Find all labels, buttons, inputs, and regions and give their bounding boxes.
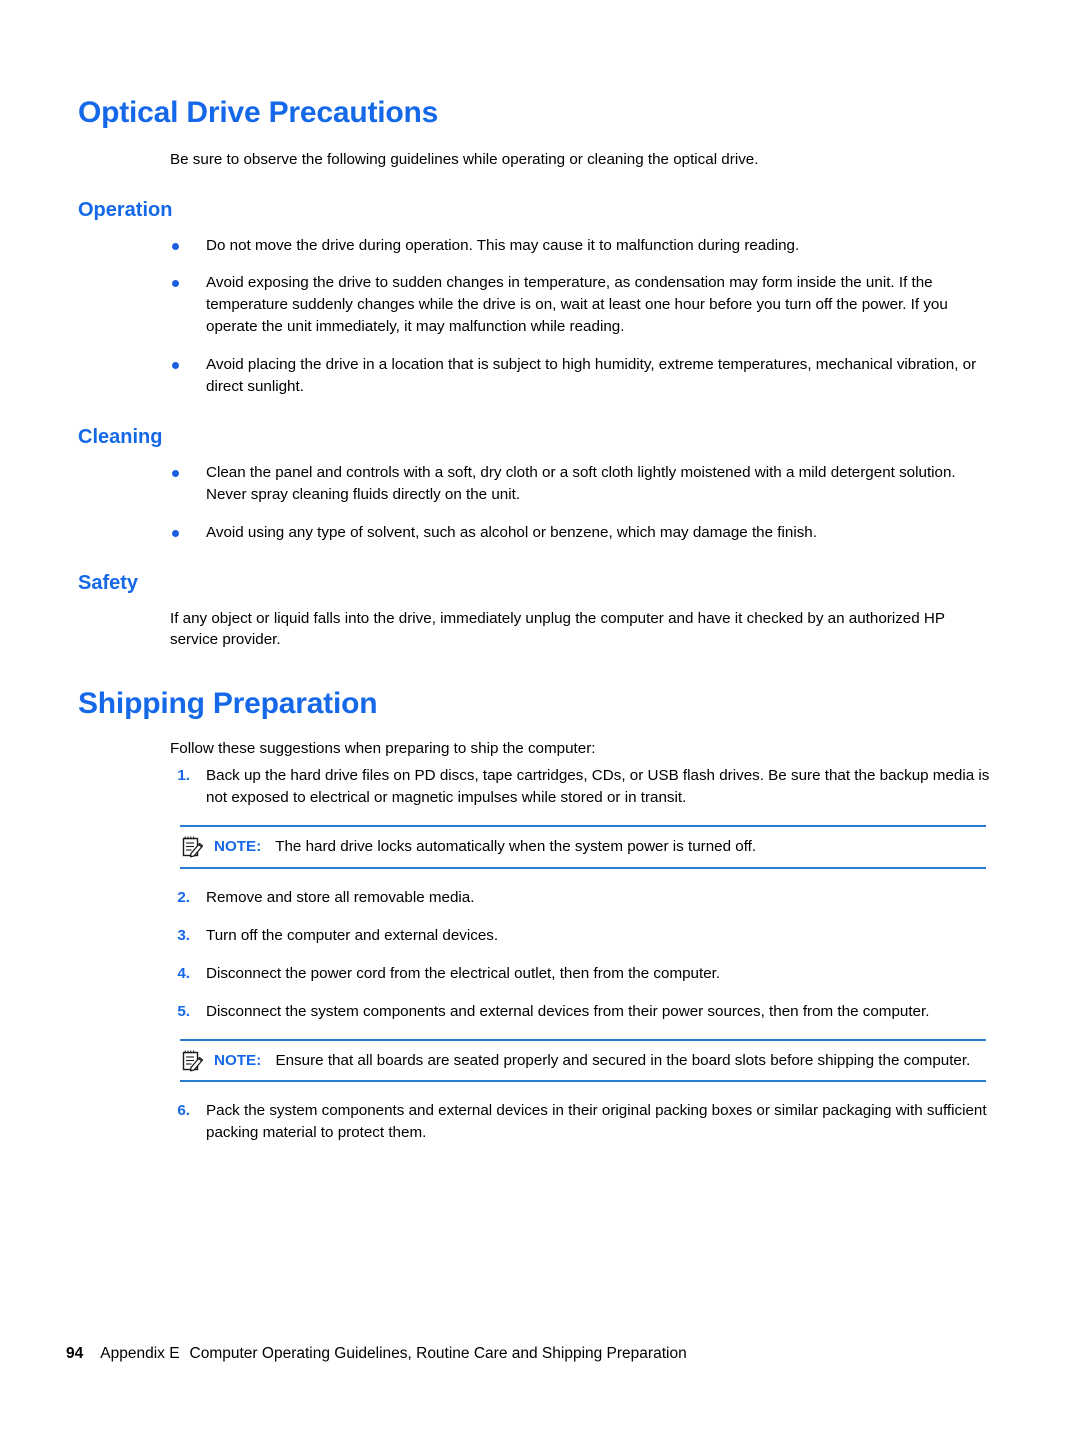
list-item-text: Do not move the drive during operation. … xyxy=(206,236,800,254)
note-pad-pencil-icon xyxy=(180,1048,206,1074)
cleaning-bullet-list: Clean the panel and controls with a soft… xyxy=(78,462,990,544)
list-item: Do not move the drive during operation. … xyxy=(78,235,990,257)
bullet-dot-icon xyxy=(172,469,179,477)
list-item-text: Clean the panel and controls with a soft… xyxy=(206,463,956,503)
step-text: Pack the system components and external … xyxy=(206,1102,987,1142)
list-item-text: Avoid placing the drive in a location th… xyxy=(206,356,977,396)
note-block-two: NOTE: Ensure that all boards are seated … xyxy=(78,1038,990,1083)
note-box: NOTE: The hard drive locks automatically… xyxy=(180,825,986,869)
document-page: Optical Drive Precautions Be sure to obs… xyxy=(0,0,1080,1437)
footer-appendix-label: Appendix E xyxy=(100,1345,180,1362)
heading-safety: Safety xyxy=(78,571,139,594)
note-block-one: NOTE: The hard drive locks automatically… xyxy=(78,825,990,869)
step-item: 4. Disconnect the power cord from the el… xyxy=(78,963,990,985)
step-item: 2. Remove and store all removable media. xyxy=(78,887,990,909)
note-pad-pencil-icon xyxy=(180,834,206,860)
operation-bullet-list: Do not move the drive during operation. … xyxy=(78,235,990,398)
step-number: 2. xyxy=(177,889,190,906)
step-number: 1. xyxy=(177,767,190,785)
shipping-intro-paragraph: Follow these suggestions when preparing … xyxy=(170,739,596,757)
bullet-dot-icon xyxy=(172,242,179,250)
note-text: The hard drive locks automatically when … xyxy=(275,838,757,856)
heading-optical-drive-precautions: Optical Drive Precautions xyxy=(78,96,439,129)
step-number: 4. xyxy=(177,964,190,982)
heading-cleaning: Cleaning xyxy=(78,425,163,448)
step-text: Remove and store all removable media. xyxy=(206,889,475,906)
step-item: 5. Disconnect the system components and … xyxy=(78,1001,990,1023)
step-text: Disconnect the system components and ext… xyxy=(206,1002,930,1020)
bullet-dot-icon xyxy=(172,280,179,288)
note-text: Ensure that all boards are seated proper… xyxy=(275,1051,971,1069)
list-item: Avoid using any type of solvent, such as… xyxy=(78,522,990,544)
step-text: Turn off the computer and external devic… xyxy=(206,926,499,944)
step-item: 1. Back up the hard drive files on PD di… xyxy=(78,765,990,809)
bullet-dot-icon xyxy=(172,362,179,370)
page-footer: 94 Appendix E Computer Operating Guideline… xyxy=(66,1345,687,1363)
note-label: NOTE: xyxy=(214,838,262,856)
footer-title: Computer Operating Guidelines, Routine C… xyxy=(189,1345,687,1362)
list-item: Clean the panel and controls with a soft… xyxy=(78,462,990,506)
page-content: Optical Drive Precautions Be sure to obs… xyxy=(78,96,990,1160)
list-item-text: Avoid using any type of solvent, such as… xyxy=(206,523,817,541)
bullet-dot-icon xyxy=(172,529,179,537)
note-box: NOTE: Ensure that all boards are seated … xyxy=(180,1038,986,1083)
step-item: 3. Turn off the computer and external de… xyxy=(78,925,990,947)
list-item: Avoid exposing the drive to sudden chang… xyxy=(78,272,990,338)
optical-intro-paragraph: Be sure to observe the following guideli… xyxy=(170,151,759,168)
step-text: Back up the hard drive files on PD discs… xyxy=(206,767,990,807)
list-item: Avoid placing the drive in a location th… xyxy=(78,354,990,398)
step-item: 6. Pack the system components and extern… xyxy=(78,1100,990,1144)
note-label: NOTE: xyxy=(214,1051,262,1069)
footer-page-number: 94 xyxy=(66,1345,84,1362)
step-number: 5. xyxy=(177,1002,190,1020)
safety-paragraph: If any object or liquid falls into the d… xyxy=(170,609,945,649)
step-text: Disconnect the power cord from the elect… xyxy=(206,964,721,982)
shipping-steps-list: 1. Back up the hard drive files on PD di… xyxy=(78,765,990,1144)
heading-shipping-preparation: Shipping Preparation xyxy=(78,686,378,720)
step-number: 3. xyxy=(177,926,190,944)
step-number: 6. xyxy=(177,1102,190,1120)
list-item-text: Avoid exposing the drive to sudden chang… xyxy=(206,274,948,336)
heading-operation: Operation xyxy=(78,198,173,221)
